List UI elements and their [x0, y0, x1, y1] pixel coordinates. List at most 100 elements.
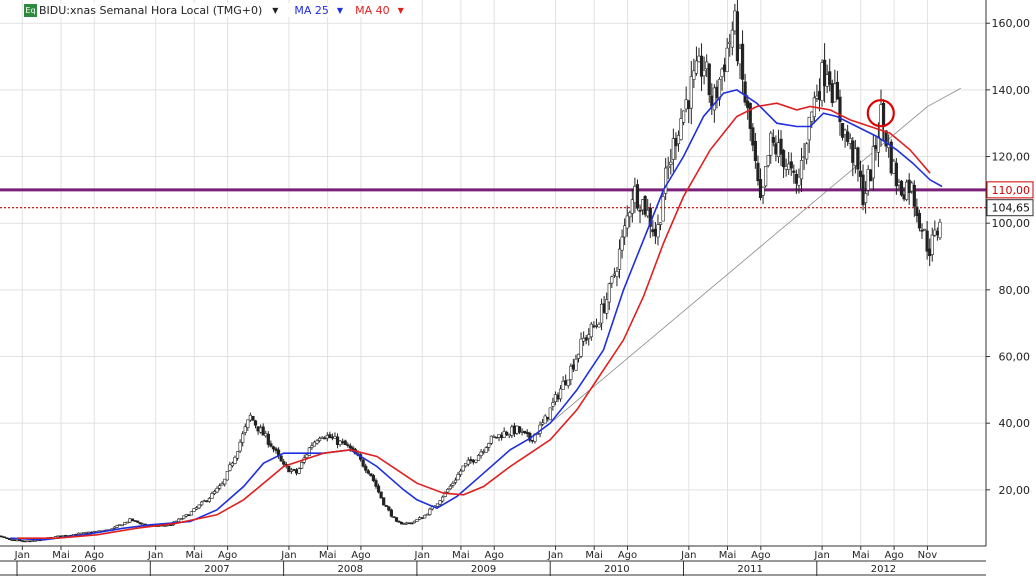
candle-body — [638, 210, 642, 212]
candle-body — [259, 427, 263, 433]
candle-body — [469, 459, 473, 462]
candle-body — [330, 436, 335, 439]
candle-body — [835, 81, 840, 100]
chart-canvas: 20,00 40,00 60,00 80,00 100,00 120,00 140,00 16… — [0, 0, 1034, 576]
price-axis[interactable]: 20,00 40,00 60,00 80,00 100,00 120,00 140,00 16… — [985, 0, 1034, 546]
candle-body — [799, 160, 804, 180]
ma40-dropdown-icon[interactable]: ▼ — [398, 6, 404, 15]
candle-body — [605, 299, 609, 314]
candle-body — [289, 469, 293, 472]
candle-body — [402, 523, 406, 525]
candle-body — [510, 426, 514, 436]
candle-body — [612, 273, 616, 276]
candle-body — [589, 323, 593, 338]
candle-body — [341, 441, 345, 444]
candle-body — [397, 520, 401, 523]
candle-body — [705, 61, 709, 70]
candle-body — [912, 184, 916, 207]
candle-body — [671, 138, 675, 160]
candle-body — [787, 163, 791, 170]
candle-body — [20, 540, 24, 542]
candle-body — [428, 508, 432, 515]
candle-body — [530, 439, 534, 442]
time-axis[interactable]: Jan Mai Ago Jan Mai Ago Jan Mai Ago Jan Mai Ago Jan M… — [0, 545, 986, 576]
candle-body — [15, 539, 19, 542]
candle-body — [115, 525, 119, 528]
candle-body — [200, 501, 204, 506]
candle-body — [346, 444, 350, 446]
candle-body — [848, 138, 852, 144]
candle-body — [628, 212, 632, 218]
candle-body — [241, 433, 245, 443]
y-tick-label: 120,00 — [992, 151, 1031, 164]
candle-body — [815, 95, 819, 99]
candle-body — [553, 394, 558, 402]
candle-body — [487, 443, 491, 448]
candle-body — [305, 454, 309, 458]
candle-body — [112, 526, 117, 529]
candle-body — [138, 522, 142, 525]
candle-body — [753, 140, 757, 162]
resistance-price-label: 110,00 — [992, 184, 1031, 197]
candle-body — [12, 539, 17, 542]
month-label: Mai — [52, 550, 70, 561]
ma25-label[interactable]: MA 25 — [294, 4, 329, 17]
candle-body — [451, 482, 455, 486]
candle-body — [746, 100, 750, 108]
symbol-dropdown-icon[interactable]: ▼ — [272, 6, 278, 15]
candle-body — [643, 196, 647, 215]
equity-badge-icon: Eq — [24, 3, 37, 17]
candle-body — [387, 506, 391, 511]
candle-body — [794, 173, 798, 184]
candle-body — [520, 430, 524, 433]
candle-body — [810, 111, 814, 122]
candle-body — [646, 209, 650, 217]
candle-body — [494, 436, 499, 439]
y-tick-label: 20,00 — [999, 484, 1031, 497]
candle-body — [82, 532, 86, 534]
candle-body — [235, 451, 240, 459]
symbol-title[interactable]: BIDU:xnas Semanal Hora Local (TMG+0) — [39, 4, 262, 17]
candle-body — [184, 514, 188, 517]
candle-body — [79, 532, 83, 535]
candle-body — [802, 156, 806, 158]
candle-body — [133, 520, 137, 522]
candle-body — [512, 425, 517, 435]
candle-body — [733, 10, 737, 32]
candle-body — [894, 162, 898, 187]
y-tick-label: 160,00 — [992, 17, 1031, 30]
candle-body — [723, 64, 727, 72]
candle-body — [769, 132, 773, 156]
month-label: Ago — [218, 550, 237, 561]
month-label: Ago — [485, 550, 504, 561]
candle-body — [187, 514, 191, 517]
candle-body — [120, 524, 124, 527]
candle-body — [374, 480, 378, 487]
candle-body — [917, 212, 922, 229]
candle-body — [774, 143, 778, 155]
candle-body — [856, 147, 860, 170]
candle-body — [682, 110, 686, 123]
candle-body — [702, 70, 706, 77]
year-label: 2009 — [471, 564, 496, 575]
month-label: Mai — [719, 550, 737, 561]
ma25-dropdown-icon[interactable]: ▼ — [337, 6, 343, 15]
candle-body — [453, 479, 458, 483]
candle-body — [720, 68, 724, 77]
ma40-label[interactable]: MA 40 — [355, 4, 390, 17]
candle-body — [907, 179, 911, 194]
candle-body — [202, 500, 206, 503]
candle-body — [692, 70, 696, 80]
candle-body — [635, 184, 640, 209]
candle-body — [5, 537, 9, 539]
candle-body — [497, 434, 501, 438]
candle-body — [366, 470, 370, 474]
year-label: 2008 — [338, 564, 363, 575]
candle-body — [640, 199, 645, 211]
candle-body — [210, 493, 214, 499]
candle-body — [623, 225, 627, 238]
candle-body — [84, 531, 88, 534]
candle-body — [194, 507, 199, 510]
month-label: Jan — [547, 550, 563, 561]
candle-body — [661, 196, 665, 222]
